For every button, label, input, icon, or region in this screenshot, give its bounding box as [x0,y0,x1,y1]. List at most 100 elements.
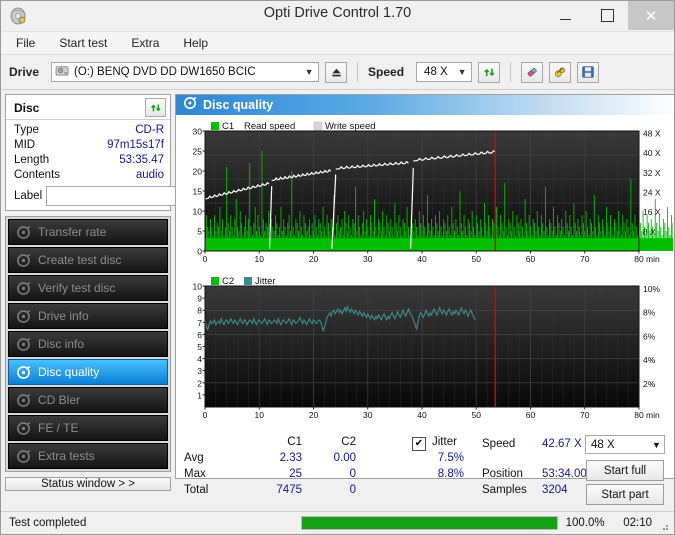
stats-total-c2: 0 [349,484,356,496]
sidebar-item-cd-bler[interactable]: CD Bler [8,387,168,413]
svg-text:25: 25 [193,147,203,157]
svg-text:10: 10 [255,410,265,420]
maximize-button[interactable] [586,1,628,30]
jitter-checkbox[interactable]: ✔ [412,437,426,451]
stats-row-avg-label: Avg [184,452,204,464]
disc-info-panel: Disc Type CD-R MID 97m15s17f Length 53:3… [5,94,250,211]
disc-contents-label: Contents [14,169,61,181]
main-body: Disc Type CD-R MID 97m15s17f Length 53:3… [1,90,674,505]
sidebar-item-disc-quality[interactable]: Disc quality [8,359,168,385]
speed-result-label: Speed [482,438,516,450]
drive-value: (O:) BENQ DVD DD DW1650 BCIC [74,66,256,78]
left-column: Disc Type CD-R MID 97m15s17f Length 53:3… [5,94,250,491]
svg-text:0: 0 [197,247,202,257]
chevron-down-icon[interactable]: ▼ [455,67,469,77]
position-label: Position [482,468,523,480]
eject-button[interactable] [325,61,348,83]
stats-max-c1: 25 [289,468,302,480]
disc-mid-value: 97m15s17f [107,139,164,151]
sidebar-item-label: Drive info [38,309,89,323]
sidebar-item-extra-tests[interactable]: Extra tests [8,443,168,469]
disc-icon [16,393,31,408]
progress-fill [301,517,557,529]
disc-row-mid: MID 97m15s17f [14,138,164,153]
save-button[interactable] [577,61,600,83]
chevron-down-icon[interactable]: ▼ [649,440,664,450]
minimize-button[interactable] [544,1,586,30]
svg-text:9: 9 [197,294,202,304]
disc-length-label: Length [14,154,50,166]
disc-panel-header: Disc [6,95,170,120]
sidebar-item-label: Extra tests [38,449,95,463]
menu-help[interactable]: Help [180,34,211,52]
svg-text:2%: 2% [643,379,656,389]
svg-text:8 X: 8 X [643,227,656,237]
svg-text:70: 70 [580,410,590,420]
disc-icon [16,253,31,268]
stats-max-c2: 0 [349,468,356,480]
speed-select[interactable]: 48 X ▼ [416,62,473,82]
svg-text:48 X: 48 X [643,128,661,138]
start-part-button[interactable]: Start part [586,484,664,505]
sidebar-item-label: Create test disc [38,253,122,267]
svg-text:60: 60 [526,410,536,420]
svg-text:5: 5 [197,227,202,237]
svg-text:60: 60 [526,254,536,264]
svg-text:80 min: 80 min [634,254,660,264]
eraser-button[interactable] [521,61,544,83]
sidebar-item-label: Disc info [38,337,85,351]
stats-avg-jitter: 7.5% [437,452,464,464]
disc-contents-value: audio [135,169,164,181]
svg-text:20: 20 [193,167,203,177]
sidebar-item-verify-test-disc[interactable]: Verify test disc [8,275,168,301]
svg-text:10: 10 [255,254,265,264]
svg-text:40: 40 [417,410,427,420]
svg-text:Jitter: Jitter [255,276,276,287]
svg-text:6%: 6% [643,331,656,341]
tools-button[interactable] [549,61,572,83]
status-message: Test completed [9,517,87,529]
stats-col-c1: C1 [287,436,302,448]
svg-text:0: 0 [203,254,208,264]
status-bar: Test completed 100.0% 02:10 [1,511,674,534]
sidebar-item-transfer-rate[interactable]: Transfer rate [8,219,168,245]
sidebar-item-label: FE / TE [38,421,79,435]
svg-text:30: 30 [193,127,203,137]
jitter-column-label: Jitter [432,436,457,448]
refresh-button[interactable] [478,61,501,83]
test-speed-select[interactable]: 48 X ▼ [585,435,665,454]
app-window: Opti Drive Control 1.70 ✕ File Start tes… [0,0,675,535]
svg-text:70: 70 [580,254,590,264]
test-nav-list: Transfer rate Create test disc Verify te… [5,216,171,472]
progress-percent-text: 100.0% [565,517,605,529]
stats-avg-c1: 2.33 [279,452,302,464]
speed-value: 48 X [424,66,448,78]
status-window-button[interactable]: Status window > > [5,477,171,491]
sidebar-item-create-test-disc[interactable]: Create test disc [8,247,168,273]
menu-file[interactable]: File [13,34,38,52]
stats-total-c1: 7475 [276,484,302,496]
svg-text:1: 1 [197,390,202,400]
sidebar-item-drive-info[interactable]: Drive info [8,303,168,329]
disc-icon [16,309,31,324]
disc-type-value: CD-R [135,124,164,136]
svg-text:24 X: 24 X [643,187,661,197]
chevron-down-icon[interactable]: ▼ [302,67,316,77]
drive-select[interactable]: (O:) BENQ DVD DD DW1650 BCIC ▼ [51,62,320,82]
close-button[interactable]: ✕ [628,1,674,30]
svg-text:30: 30 [363,254,373,264]
resize-grip[interactable] [658,519,670,531]
stats-row-total-label: Total [184,484,209,496]
disc-row-contents: Contents audio [14,168,164,183]
sidebar-item-disc-info[interactable]: Disc info [8,331,168,357]
menu-extra[interactable]: Extra [128,34,162,52]
page-title: Disc quality [203,98,274,112]
c1-chart: 0 5 10 15 20 25 30 8 X 16 X 24 X 32 X 40 X 48 X 0 10 20… [179,117,674,272]
disc-refresh-button[interactable] [145,98,166,117]
svg-text:0: 0 [203,410,208,420]
sidebar-item-fe-te[interactable]: FE / TE [8,415,168,441]
svg-text:Write speed: Write speed [325,121,376,132]
svg-text:8%: 8% [643,308,656,318]
menu-start-test[interactable]: Start test [56,34,110,52]
start-full-button[interactable]: Start full [586,460,664,481]
